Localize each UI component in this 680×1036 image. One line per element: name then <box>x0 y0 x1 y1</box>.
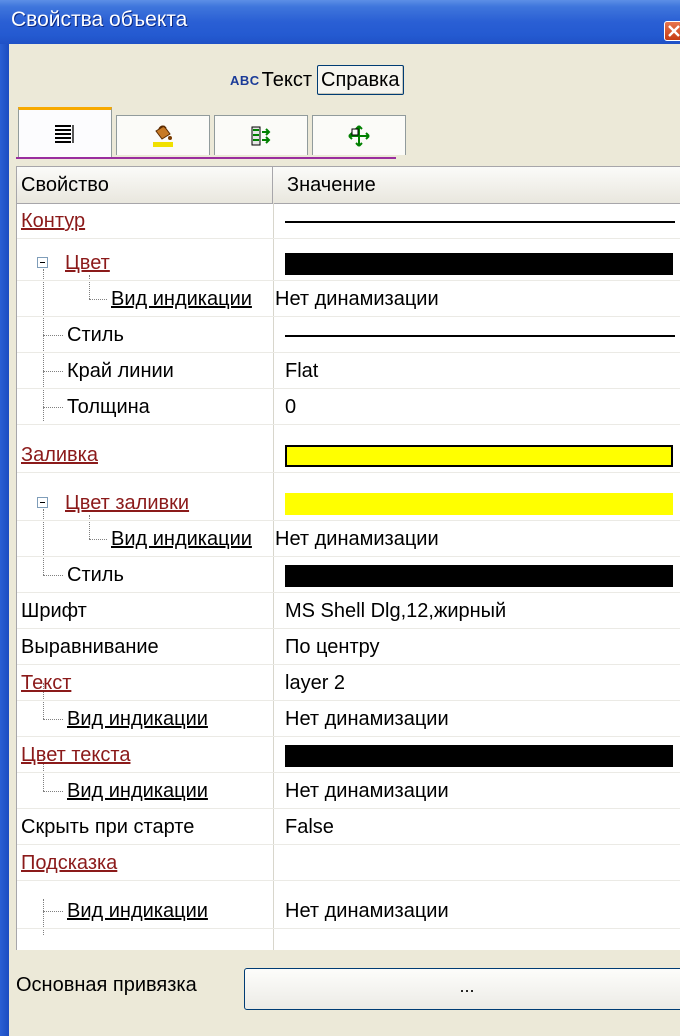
property-value[interactable]: 0 <box>285 389 296 425</box>
property-label: Шрифт <box>21 600 87 622</box>
grid-header: Свойство Значение <box>17 167 680 204</box>
property-label[interactable]: Подсказка <box>21 845 117 881</box>
property-grid[interactable]: Свойство Значение Контур Цвет Вид индика… <box>16 166 680 950</box>
property-tabs <box>16 105 406 159</box>
row-text-indication[interactable]: Вид индикации Нет динамизации <box>17 701 680 737</box>
tab-position[interactable] <box>312 115 406 155</box>
text-type-icon: ABC <box>230 72 260 88</box>
property-label[interactable]: Текст <box>21 665 71 701</box>
row-contour-style[interactable]: Стиль <box>17 317 680 353</box>
property-value[interactable]: Нет динамизации <box>285 701 449 737</box>
move-icon <box>348 124 370 147</box>
row-text[interactable]: Текст layer 2 <box>17 665 680 701</box>
row-tooltip[interactable]: Подсказка <box>17 845 680 881</box>
property-label: Выравнивание <box>21 636 159 658</box>
property-label[interactable]: Вид индикации <box>67 773 208 809</box>
property-label: Скрыть при старте <box>21 816 195 838</box>
row-tooltip-indication[interactable]: Вид индикации Нет динамизации <box>17 893 680 929</box>
row-alignment[interactable]: Выравнивание По центру <box>17 629 680 665</box>
window-frame-left <box>0 44 9 1036</box>
tab-appearance[interactable] <box>116 115 210 155</box>
color-swatch[interactable] <box>285 253 673 275</box>
property-value[interactable]: Нет динамизации <box>275 281 439 317</box>
style-swatch[interactable] <box>285 565 673 587</box>
binding-browse-button[interactable]: ... <box>244 968 680 1010</box>
property-value[interactable]: layer 2 <box>285 665 345 701</box>
binding-bar: Основная привязка ... <box>16 968 680 1036</box>
object-type-label: Текст <box>261 68 313 91</box>
property-value[interactable]: Нет динамизации <box>275 521 439 557</box>
property-label[interactable]: Вид индикации <box>111 521 252 557</box>
property-label[interactable]: Вид индикации <box>67 701 208 737</box>
object-type-bar: ABC Текст Справка <box>230 64 404 96</box>
row-fill-color[interactable]: Цвет заливки <box>17 485 680 521</box>
row-fill[interactable]: Заливка <box>17 437 680 473</box>
header-property[interactable]: Свойство <box>17 167 273 203</box>
property-label[interactable]: Цвет текста <box>21 737 130 773</box>
tab-events[interactable] <box>214 115 308 155</box>
events-icon <box>251 126 271 145</box>
property-value[interactable]: Flat <box>285 353 318 389</box>
row-text-color-indication[interactable]: Вид индикации Нет динамизации <box>17 773 680 809</box>
binding-label: Основная привязка <box>16 974 197 996</box>
close-button[interactable] <box>664 21 680 41</box>
collapse-icon[interactable] <box>37 257 48 268</box>
row-fill-color-indication[interactable]: Вид индикации Нет динамизации <box>17 521 680 557</box>
row-contour[interactable]: Контур <box>17 203 680 239</box>
title-bar[interactable]: Свойства объекта <box>0 0 680 44</box>
property-label[interactable]: Цвет <box>65 245 110 281</box>
close-icon <box>668 25 680 37</box>
paint-bucket-icon <box>153 124 173 147</box>
property-label: Стиль <box>67 324 124 346</box>
property-label[interactable]: Контур <box>21 203 85 239</box>
color-swatch[interactable] <box>285 745 673 767</box>
property-value[interactable]: False <box>285 809 334 845</box>
row-font[interactable]: Шрифт MS Shell Dlg,12,жирный <box>17 593 680 629</box>
row-contour-color-indication[interactable]: Вид индикации Нет динамизации <box>17 281 680 317</box>
row-line-edge[interactable]: Край линии Flat <box>17 353 680 389</box>
color-swatch[interactable] <box>285 445 673 467</box>
property-label[interactable]: Заливка <box>21 437 98 473</box>
help-button[interactable]: Справка <box>317 65 404 95</box>
row-thickness[interactable]: Толщина 0 <box>17 389 680 425</box>
row-hide-on-start[interactable]: Скрыть при старте False <box>17 809 680 845</box>
property-value[interactable]: Нет динамизации <box>285 773 449 809</box>
properties-list-icon <box>55 124 74 143</box>
collapse-icon[interactable] <box>37 497 48 508</box>
window-title: Свойства объекта <box>11 8 188 31</box>
line-preview <box>285 335 675 337</box>
property-label[interactable]: Цвет заливки <box>65 485 189 521</box>
property-value[interactable]: MS Shell Dlg,12,жирный <box>285 593 506 629</box>
row-text-color[interactable]: Цвет текста <box>17 737 680 773</box>
object-properties-window: Свойства объекта ABC Текст Справка Свойс… <box>0 0 680 1036</box>
property-label: Край линии <box>67 360 174 382</box>
color-swatch[interactable] <box>285 493 673 515</box>
property-label[interactable]: Вид индикации <box>111 281 252 317</box>
row-contour-color[interactable]: Цвет <box>17 245 680 281</box>
row-fill-style[interactable]: Стиль <box>17 557 680 593</box>
tab-properties[interactable] <box>18 107 112 157</box>
property-value[interactable]: Нет динамизации <box>285 893 449 929</box>
property-value[interactable]: По центру <box>285 629 380 665</box>
property-label: Толщина <box>67 396 150 418</box>
header-value[interactable]: Значение <box>273 167 680 203</box>
property-label: Стиль <box>67 564 124 586</box>
line-preview <box>285 221 675 223</box>
property-label[interactable]: Вид индикации <box>67 893 208 929</box>
